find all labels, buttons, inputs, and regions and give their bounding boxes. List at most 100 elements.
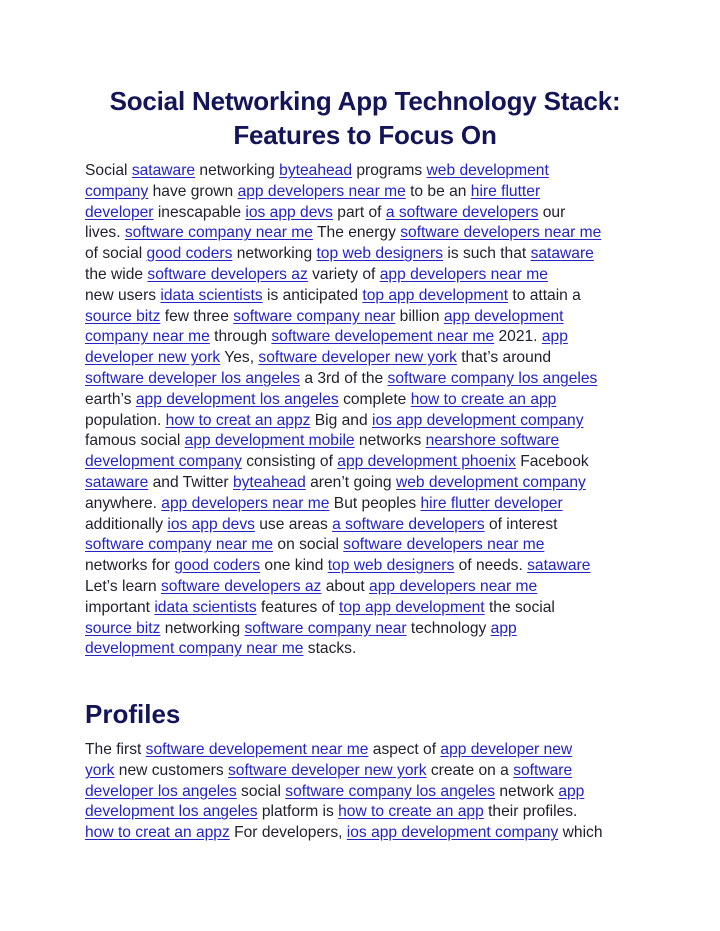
inline-link[interactable]: ios app development company [347,824,559,841]
inline-link[interactable]: development company near me [85,640,303,657]
body-text: anywhere. [85,494,162,512]
inline-link[interactable]: app development phoenix [337,453,516,470]
body-text: one kind [260,557,328,575]
body-text: earth’s [85,390,136,408]
inline-link[interactable]: how to create an app [338,803,484,820]
inline-link[interactable]: sataware [85,474,148,491]
inline-link[interactable]: software developers az [147,266,307,283]
body-text: through [209,328,272,346]
body-text: create on a [426,761,514,779]
inline-link[interactable]: good coders [147,245,233,262]
inline-link[interactable]: software company near [233,308,395,325]
body-text: The energy [312,224,401,242]
inline-link[interactable]: software company los angeles [285,783,495,800]
body-text: networking [160,619,245,637]
inline-link[interactable]: ios app development company [372,412,584,429]
body-text: important [85,598,155,616]
inline-link[interactable]: app developers near me [369,578,537,595]
inline-link[interactable]: software developement near me [146,741,369,758]
text-line: anywhere. app developers near me But peo… [85,494,645,515]
inline-link[interactable]: ios app devs [245,204,333,221]
body-text: use areas [254,515,333,533]
inline-link[interactable]: software developers near me [400,224,601,241]
text-line: famous social app development mobile net… [85,431,645,452]
body-text: aren’t going [305,473,396,491]
inline-link[interactable]: software company los angeles [388,370,598,387]
inline-link[interactable]: development company [85,453,242,470]
inline-link[interactable]: app [558,783,584,800]
inline-link[interactable]: software developer new york [258,349,457,366]
inline-link[interactable]: developer [85,204,154,221]
text-line: Let’s learn software developers az about… [85,577,645,598]
inline-link[interactable]: app developer new [440,741,572,758]
inline-link[interactable]: sataware [132,162,195,179]
body-text: is anticipated [262,286,363,304]
body-text: complete [338,390,411,408]
inline-link[interactable]: how to creat an appz [85,824,230,841]
inline-link[interactable]: how to creat an appz [166,412,311,429]
body-text: of needs. [454,557,528,575]
body-text: billion [395,307,444,325]
inline-link[interactable]: top app development [362,287,508,304]
body-text: stacks. [303,640,357,658]
inline-link[interactable]: sataware [527,557,590,574]
inline-link[interactable]: software developers near me [343,536,544,553]
body-text: But peoples [329,494,421,512]
text-line: lives. software company near me The ener… [85,223,645,244]
inline-link[interactable]: web development [427,162,549,179]
inline-link[interactable]: how to create an app [411,391,557,408]
text-line: developer new york Yes, software develop… [85,348,645,369]
inline-link[interactable]: top web designers [328,557,455,574]
inline-link[interactable]: app developers near me [380,266,548,283]
inline-link[interactable]: byteahead [279,162,352,179]
inline-link[interactable]: software developers az [161,578,321,595]
inline-link[interactable]: source bitz [85,620,160,637]
inline-link[interactable]: top app development [339,599,485,616]
inline-link[interactable]: ios app devs [167,516,255,533]
body-text: is such that [443,245,531,263]
inline-link[interactable]: software company near me [125,224,313,241]
inline-link[interactable]: software developement near me [271,328,494,345]
inline-link[interactable]: app [491,620,517,637]
inline-link[interactable]: app development [444,308,564,325]
inline-link[interactable]: york [85,762,114,779]
inline-link[interactable]: app development mobile [185,432,355,449]
inline-link[interactable]: software developer los angeles [85,370,300,387]
inline-link[interactable]: app developers near me [238,183,406,200]
inline-link[interactable]: company [85,183,148,200]
body-text: Big and [310,411,372,429]
inline-link[interactable]: software company near [244,620,406,637]
inline-link[interactable]: byteahead [233,474,306,491]
inline-link[interactable]: app development los angeles [136,391,339,408]
inline-link[interactable]: source bitz [85,308,160,325]
text-line: development los angeles platform is how … [85,802,645,823]
inline-link[interactable]: idata scientists [154,599,256,616]
inline-link[interactable]: good coders [174,557,260,574]
inline-link[interactable]: software [513,762,572,779]
inline-link[interactable]: top web designers [316,245,443,262]
body-text: that’s around [456,349,552,367]
inline-link[interactable]: sataware [531,245,594,262]
body-text: new users [85,286,161,304]
inline-link[interactable]: development los angeles [85,803,258,820]
inline-link[interactable]: software company near me [85,536,273,553]
inline-link[interactable]: software developer new york [228,762,427,779]
inline-link[interactable]: a software developers [386,204,539,221]
body-text: few three [160,307,234,325]
text-line: additionally ios app devs use areas a so… [85,515,645,536]
inline-link[interactable]: app [542,328,568,345]
inline-link[interactable]: web development company [396,474,586,491]
body-text: to attain a [508,286,581,304]
inline-link[interactable]: hire flutter developer [421,495,563,512]
inline-link[interactable]: idata scientists [160,287,262,304]
inline-link[interactable]: app developers near me [161,495,329,512]
inline-link[interactable]: nearshore software [426,432,559,449]
inline-link[interactable]: hire flutter [471,183,540,200]
inline-link[interactable]: developer new york [85,349,220,366]
title-line-2: Features to Focus On [233,120,497,150]
body-text: aspect of [368,741,441,758]
body-text: inescapable [153,203,246,221]
inline-link[interactable]: company near me [85,328,210,345]
inline-link[interactable]: a software developers [332,516,485,533]
inline-link[interactable]: developer los angeles [85,783,237,800]
